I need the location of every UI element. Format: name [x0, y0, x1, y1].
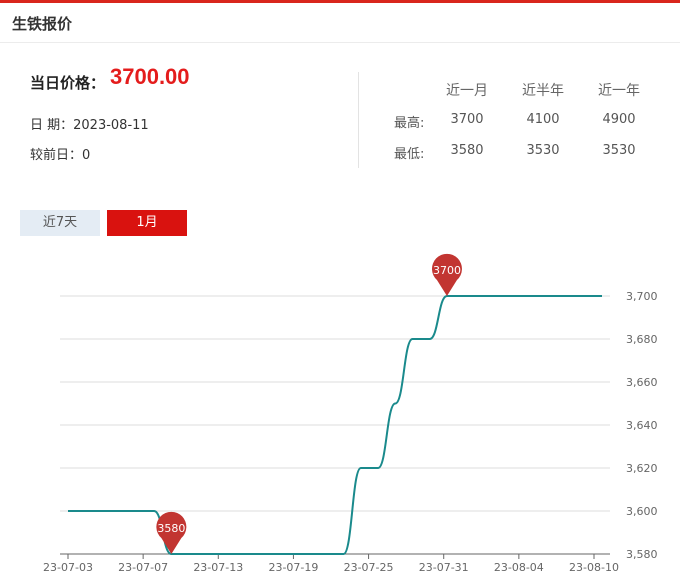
price-value: 3700.00: [110, 64, 190, 89]
x-tick-label: 23-07-25: [344, 561, 394, 574]
top-accent-bar: [0, 0, 680, 3]
stat-high-year: 4900: [602, 112, 636, 127]
x-tick-label: 23-08-10: [569, 561, 619, 574]
title-divider: [0, 42, 680, 43]
y-tick-labels: 3,580 3,600 3,620 3,640 3,660 3,680 3,700: [626, 290, 658, 561]
y-tick-label: 3,620: [626, 462, 658, 475]
x-tick-labels: 23-07-03 23-07-07 23-07-13 23-07-19 23-07-25…: [43, 561, 619, 574]
change-line: 较前日：0: [30, 148, 91, 163]
x-tick-label: 23-07-13: [193, 561, 243, 574]
y-tick-label: 3,600: [626, 505, 658, 518]
x-tick-label: 23-07-03: [43, 561, 93, 574]
stat-header-month: 近一月: [446, 83, 488, 99]
x-tick-label: 23-07-19: [268, 561, 318, 574]
date-line: 日 期：2023-08-11: [30, 118, 149, 133]
stat-high-month: 3700: [450, 112, 484, 127]
marker-label: 3580: [157, 522, 185, 535]
price-line-chart: 3,580 3,600 3,620 3,640 3,660 3,680 3,700 23-0…: [43, 253, 658, 574]
tab-1-month[interactable]: 1月: [107, 210, 187, 236]
grid-lines: [60, 295, 610, 555]
stat-low-half-year: 3530: [526, 143, 560, 158]
stat-low-month: 3580: [450, 143, 484, 158]
marker-label: 3700: [433, 264, 461, 277]
marker-pin: 3580: [156, 511, 187, 554]
info-divider: [358, 72, 359, 168]
y-tick-label: 3,680: [626, 333, 658, 346]
stat-low-year: 3530: [602, 143, 636, 158]
price-label: 当日价格：: [30, 74, 106, 92]
value-markers: 3580 3700: [156, 253, 462, 554]
stat-header-half-year: 近半年: [522, 83, 564, 99]
marker-pin: 3700: [431, 253, 462, 296]
panel-title: 生铁报价: [12, 15, 73, 33]
y-tick-label: 3,580: [626, 548, 658, 561]
x-tick-label: 23-07-07: [118, 561, 168, 574]
tab-7-days[interactable]: 近7天: [20, 210, 100, 236]
stat-header-year: 近一年: [598, 83, 640, 99]
y-tick-label: 3,660: [626, 376, 658, 389]
y-tick-label: 3,640: [626, 419, 658, 432]
x-tick-label: 23-07-31: [419, 561, 469, 574]
y-tick-label: 3,700: [626, 290, 658, 303]
x-tick-label: 23-08-04: [494, 561, 544, 574]
stat-high-half-year: 4100: [526, 112, 560, 127]
